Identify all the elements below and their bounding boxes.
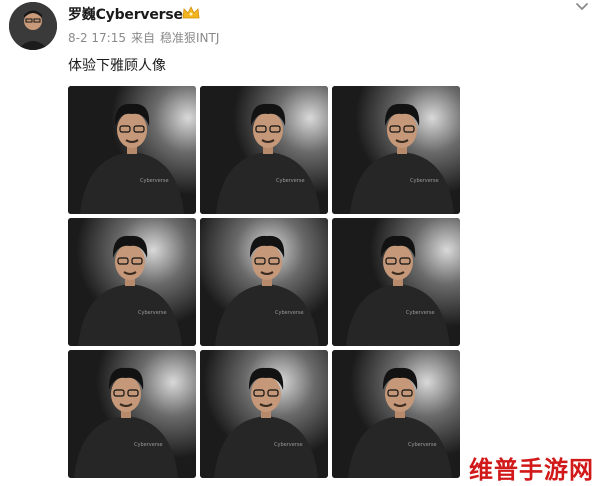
post-date: 8-2 17:15	[68, 31, 126, 45]
grid-photo[interactable]: Cyberverse	[200, 218, 328, 346]
portrait-image: Cyberverse	[332, 350, 460, 478]
post-text: 体验下雅顾人像	[68, 58, 166, 74]
author-name[interactable]: 罗巍Cyberverse	[68, 4, 183, 24]
grid-photo[interactable]: Cyberverse	[200, 86, 328, 214]
portrait-image: Cyberverse	[68, 350, 196, 478]
shirt-logo: Cyberverse	[140, 178, 169, 184]
more-menu-button[interactable]	[570, 0, 594, 14]
source-name[interactable]: 稳准狠INTJ	[160, 31, 219, 45]
shirt-logo: Cyberverse	[275, 310, 304, 316]
shirt-logo: Cyberverse	[410, 178, 439, 184]
chevron-down-icon	[576, 3, 588, 11]
shirt-logo: Cyberverse	[276, 178, 305, 184]
shirt-logo: Cyberverse	[274, 442, 303, 448]
shirt-logo: Cyberverse	[406, 310, 435, 316]
shirt-logo: Cyberverse	[408, 442, 437, 448]
portrait-image: Cyberverse	[200, 218, 328, 346]
portrait-image: Cyberverse	[68, 218, 196, 346]
crown-badge-icon	[181, 5, 201, 21]
source-prefix: 来自	[131, 31, 156, 45]
portrait-image: Cyberverse	[332, 86, 460, 214]
grid-photo[interactable]: Cyberverse	[332, 350, 460, 478]
avatar-image	[9, 2, 57, 50]
portrait-image: Cyberverse	[200, 86, 328, 214]
portrait-image: Cyberverse	[332, 218, 460, 346]
grid-photo[interactable]: Cyberverse	[332, 218, 460, 346]
shirt-logo: Cyberverse	[138, 310, 167, 316]
photo-grid: Cyberverse Cyberverse Cyberverse Cyberverse…	[68, 86, 462, 478]
portrait-image: Cyberverse	[68, 86, 196, 214]
grid-photo[interactable]: Cyberverse	[68, 218, 196, 346]
post-meta: 8-2 17:15 来自 稳准狠INTJ	[68, 29, 224, 46]
watermark: 维普手游网	[469, 456, 594, 484]
grid-photo[interactable]: Cyberverse	[68, 350, 196, 478]
portrait-image: Cyberverse	[200, 350, 328, 478]
grid-photo[interactable]: Cyberverse	[332, 86, 460, 214]
avatar[interactable]	[9, 2, 57, 50]
shirt-logo: Cyberverse	[134, 442, 163, 448]
grid-photo[interactable]: Cyberverse	[68, 86, 196, 214]
post-header: 罗巍Cyberverse 8-2 17:15 来自 稳准狠INTJ	[0, 0, 600, 52]
grid-photo[interactable]: Cyberverse	[200, 350, 328, 478]
